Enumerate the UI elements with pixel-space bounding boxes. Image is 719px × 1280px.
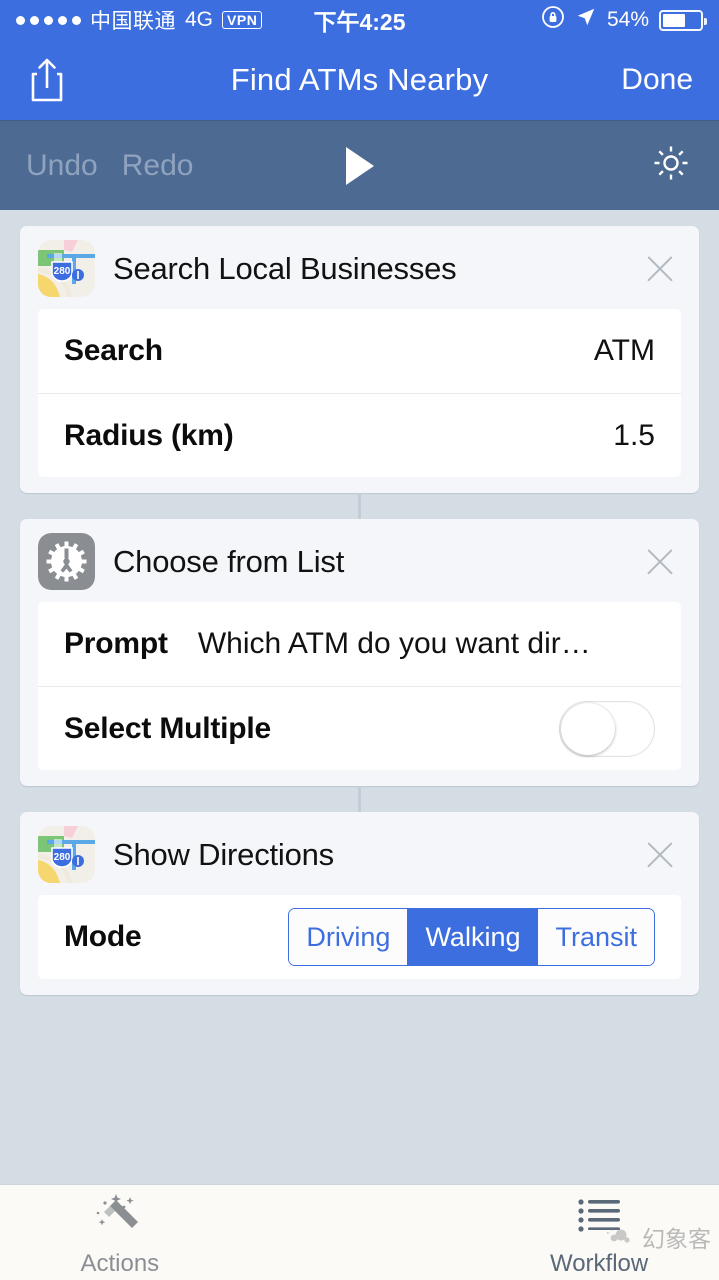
rotation-lock-icon [541, 5, 565, 35]
status-bar: 中国联通 4G VPN 下午4:25 54% [0, 0, 719, 40]
parameter-row-radius[interactable]: Radius (km) 1.5 [38, 393, 681, 477]
carrier-label: 中国联通 [90, 10, 176, 33]
action-connector [358, 493, 361, 519]
parameter-label: Search [64, 334, 163, 367]
page-title: Find ATMs Nearby [230, 62, 489, 97]
action-title: Search Local Businesses [113, 250, 457, 286]
status-bar-right: 54% [541, 5, 707, 35]
watermark-text: 幻象客 [642, 1227, 711, 1253]
action-card-search-local-businesses[interactable]: 280 Search Local Businesses Search ATM R… [20, 226, 699, 493]
mode-segmented-control[interactable]: Driving Walking Transit [288, 908, 655, 966]
parameter-label: Radius (km) [64, 418, 234, 452]
done-button[interactable]: Done [621, 63, 693, 97]
undo-button[interactable]: Undo [26, 149, 98, 183]
gear-app-icon [38, 533, 95, 590]
parameter-row-select-multiple[interactable]: Select Multiple [38, 686, 681, 770]
tab-bar: Actions Workflow 幻象客 [0, 1184, 719, 1280]
parameter-row-mode[interactable]: Mode Driving Walking Transit [38, 895, 681, 979]
action-card-header: 280 Search Local Businesses [20, 226, 699, 309]
vpn-badge: VPN [222, 10, 263, 30]
tab-label: Workflow [549, 1250, 649, 1277]
location-arrow-icon [575, 6, 597, 34]
close-icon[interactable] [643, 252, 677, 286]
watermark: 幻象客 [605, 1220, 711, 1254]
play-icon [345, 146, 374, 185]
parameter-label: Prompt [64, 627, 168, 660]
action-card-show-directions[interactable]: 280 Show Directions Mode Driving Walking… [20, 812, 699, 995]
share-icon[interactable] [26, 55, 68, 105]
watermark-logo-icon [607, 1228, 630, 1243]
action-card-header: 280 Show Directions [20, 812, 699, 895]
gear-icon [654, 146, 688, 180]
action-parameters: Mode Driving Walking Transit [38, 895, 681, 979]
action-title: Choose from List [113, 543, 345, 579]
action-card-choose-from-list[interactable]: Choose from List Prompt Which ATM do you… [20, 519, 699, 786]
close-icon[interactable] [643, 545, 677, 579]
select-multiple-toggle[interactable] [559, 700, 655, 757]
editor-toolbar: Undo Redo [0, 120, 719, 210]
workflow-canvas[interactable]: 280 Search Local Businesses Search ATM R… [0, 210, 719, 1184]
svg-text:280: 280 [54, 852, 71, 863]
redo-button[interactable]: Redo [122, 149, 194, 183]
tab-actions[interactable]: Actions [0, 1185, 240, 1278]
segment-driving[interactable]: Driving [289, 909, 408, 965]
magic-wand-icon [92, 1191, 148, 1248]
action-parameters: Search ATM Radius (km) 1.5 [38, 309, 681, 477]
parameter-value[interactable]: 1.5 [613, 419, 655, 453]
status-bar-left: 中国联通 4G VPN [16, 5, 263, 35]
run-workflow-button[interactable] [0, 146, 719, 185]
settings-button[interactable] [649, 141, 693, 190]
parameter-row-prompt[interactable]: Prompt Which ATM do you want dir… [38, 602, 681, 686]
action-title: Show Directions [113, 836, 334, 872]
parameter-label: Select Multiple [64, 711, 272, 745]
tab-spacer [240, 1185, 480, 1191]
parameter-row-search[interactable]: Search ATM [38, 309, 681, 393]
action-card-header: Choose from List [20, 519, 699, 602]
phone-screen: 中国联通 4G VPN 下午4:25 54% Find ATMs Nearby … [0, 0, 719, 1280]
network-type-label: 4G [185, 8, 214, 31]
battery-icon [659, 9, 707, 31]
action-parameters: Prompt Which ATM do you want dir… Select… [38, 602, 681, 770]
battery-percent-label: 54% [606, 8, 649, 31]
segment-walking[interactable]: Walking [407, 909, 538, 965]
segment-transit[interactable]: Transit [537, 909, 654, 965]
tab-label: Actions [80, 1250, 160, 1277]
navigation-bar: Find ATMs Nearby Done [0, 40, 719, 120]
maps-app-icon: 280 [38, 826, 95, 883]
maps-app-icon: 280 [38, 240, 95, 297]
parameter-value[interactable]: Which ATM do you want dir… [198, 627, 591, 661]
signal-strength-icon [16, 15, 81, 25]
parameter-value[interactable]: ATM [594, 334, 655, 368]
parameter-label: Mode [64, 920, 142, 953]
close-icon[interactable] [643, 838, 677, 872]
svg-text:280: 280 [54, 266, 71, 277]
action-connector [358, 786, 361, 812]
